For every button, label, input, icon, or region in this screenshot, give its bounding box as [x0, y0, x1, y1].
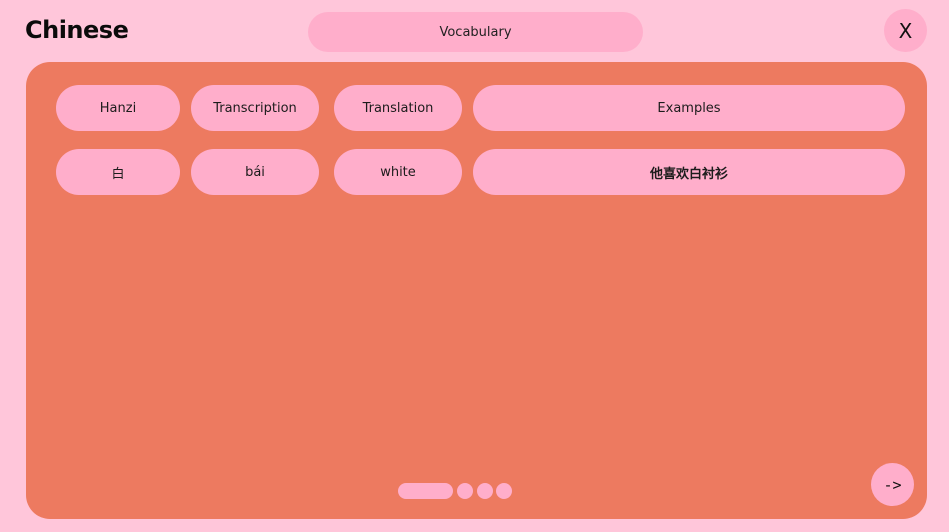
column-header-translation: Translation	[334, 85, 462, 131]
vocabulary-panel: Hanzi Transcription Translation Examples…	[26, 62, 927, 519]
column-header-hanzi: Hanzi	[56, 85, 180, 131]
column-header-transcription: Transcription	[191, 85, 319, 131]
page-indicator-dot[interactable]	[496, 483, 512, 499]
page-indicator-active[interactable]	[398, 483, 453, 499]
hanzi-cell: 白	[56, 149, 180, 195]
column-header-examples: Examples	[473, 85, 905, 131]
page-indicator-dot[interactable]	[477, 483, 493, 499]
page-indicator-dot[interactable]	[457, 483, 473, 499]
close-button[interactable]: X	[884, 9, 927, 52]
example-cell: 他喜欢白衬衫	[473, 149, 905, 195]
transcription-cell: bái	[191, 149, 319, 195]
section-title-pill: Vocabulary	[308, 12, 643, 52]
app-title: Chinese	[25, 16, 129, 44]
next-button[interactable]: ->	[871, 463, 914, 506]
translation-cell: white	[334, 149, 462, 195]
